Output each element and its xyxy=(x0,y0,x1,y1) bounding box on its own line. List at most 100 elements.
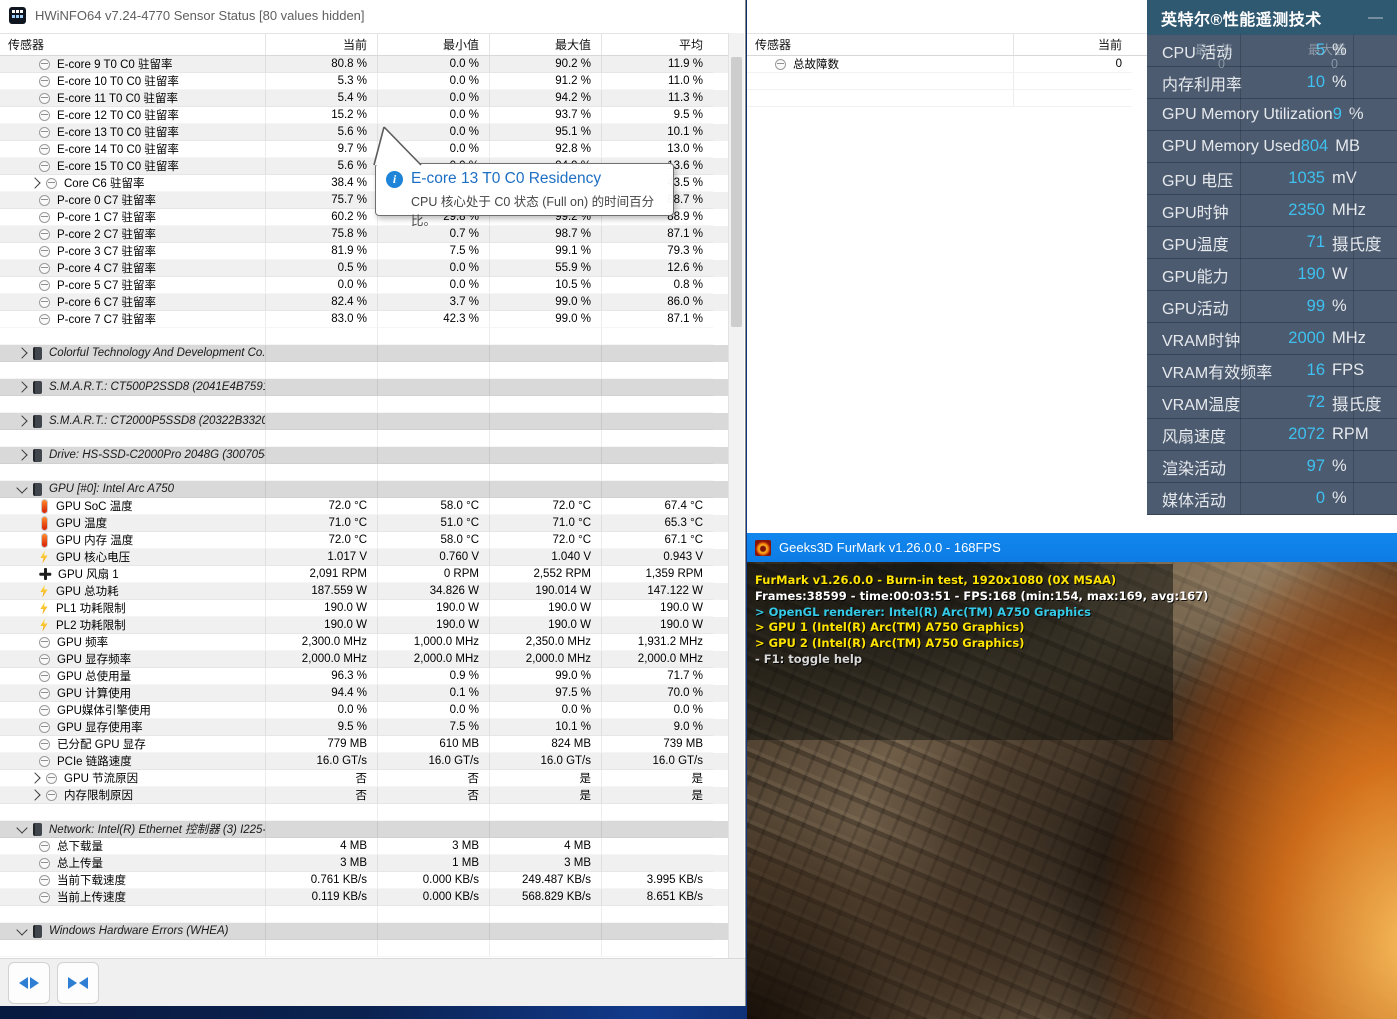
telemetry-row: GPU 电压1035mV xyxy=(1147,163,1397,195)
average-value: 13.0 % xyxy=(601,141,713,158)
chevron-down-icon[interactable] xyxy=(16,822,27,833)
sensor-row[interactable]: GPU SoC 温度72.0 °C58.0 °C72.0 °C67.4 °C xyxy=(0,498,730,515)
expand-columns-button[interactable] xyxy=(8,962,50,1004)
sensor-row[interactable]: GPU 节流原因否否是是 xyxy=(0,770,730,787)
sensor-row[interactable]: GPU媒体引擎使用0.0 %0.0 %0.0 %0.0 % xyxy=(0,702,730,719)
column-header-current[interactable]: 当前 xyxy=(1013,34,1132,55)
sensor-row[interactable]: 总下载量4 MB3 MB4 MB xyxy=(0,838,730,855)
sensor-section-row[interactable]: S.M.A.R.T.: CT500P2SSD8 (2041E4B75915) xyxy=(0,379,730,396)
minimum-value xyxy=(377,379,489,396)
sensor-label: Drive: HS-SSD-C2000Pro 2048G (30070540..… xyxy=(49,449,265,461)
sensor-row[interactable]: 当前下载速度0.761 KB/s0.000 KB/s249.487 KB/s3.… xyxy=(0,872,730,889)
current-value: 0.761 KB/s xyxy=(265,872,377,889)
minimum-value: 0.760 V xyxy=(377,549,489,566)
sensor-row[interactable]: GPU 核心电压1.017 V0.760 V1.040 V0.943 V xyxy=(0,549,730,566)
error-sensor-row[interactable]: 总故障数0 xyxy=(747,56,1132,73)
scrollbar-thumb[interactable] xyxy=(731,57,742,327)
column-header-maximum[interactable]: 最大值 xyxy=(489,34,601,55)
column-header-minimum[interactable]: 最小值 xyxy=(377,34,489,55)
sensor-row[interactable]: P-core 3 C7 驻留率81.9 %7.5 %99.1 %79.3 % xyxy=(0,243,730,260)
chip-icon xyxy=(33,415,42,428)
average-value xyxy=(601,362,713,379)
blank-row xyxy=(0,906,730,923)
sensor-section-row[interactable]: Drive: HS-SSD-C2000Pro 2048G (30070540..… xyxy=(0,447,730,464)
sensor-row[interactable]: GPU 风扇 12,091 RPM0 RPM2,552 RPM1,359 RPM xyxy=(0,566,730,583)
chevron-down-icon[interactable] xyxy=(16,482,27,493)
average-value: 1,359 RPM xyxy=(601,566,713,583)
maximum-value xyxy=(489,447,601,464)
telemetry-row: GPU Memory Used804MB xyxy=(1147,131,1397,163)
sensor-section-row[interactable]: Colorful Technology And Development Co.,… xyxy=(0,345,730,362)
chevron-right-icon[interactable] xyxy=(29,789,40,800)
gauge-icon xyxy=(775,59,786,70)
intel-panel-header[interactable]: 英特尔®性能遥测技术 — xyxy=(1147,0,1397,35)
minimize-icon[interactable]: — xyxy=(1368,13,1383,23)
sensor-label: PL1 功耗限制 xyxy=(56,600,126,616)
sensor-row[interactable]: 已分配 GPU 显存779 MB610 MB824 MB739 MB xyxy=(0,736,730,753)
chevron-right-icon[interactable] xyxy=(16,381,27,392)
thermo-icon xyxy=(42,517,47,530)
sensor-row[interactable]: GPU 显存使用率9.5 %7.5 %10.1 %9.0 % xyxy=(0,719,730,736)
column-header-average[interactable]: 平均 xyxy=(601,34,713,55)
sensor-row[interactable]: PCIe 链路速度16.0 GT/s16.0 GT/s16.0 GT/s16.0… xyxy=(0,753,730,770)
sensor-row[interactable]: 总上传量3 MB1 MB3 MB xyxy=(0,855,730,872)
chevron-right-icon[interactable] xyxy=(29,772,40,783)
collapse-columns-button[interactable] xyxy=(57,962,99,1004)
sensor-row[interactable]: GPU 总使用量96.3 %0.9 %99.0 %71.7 % xyxy=(0,668,730,685)
current-value xyxy=(265,413,377,430)
sensor-row[interactable]: E-core 13 T0 C0 驻留率5.6 %0.0 %95.1 %10.1 … xyxy=(0,124,730,141)
average-value: 3.995 KB/s xyxy=(601,872,713,889)
sensor-row[interactable]: P-core 6 C7 驻留率82.4 %3.7 %99.0 %86.0 % xyxy=(0,294,730,311)
sensor-row[interactable]: GPU 显存频率2,000.0 MHz2,000.0 MHz2,000.0 MH… xyxy=(0,651,730,668)
vertical-scrollbar[interactable] xyxy=(728,33,744,958)
sensor-row[interactable]: GPU 计算使用94.4 %0.1 %97.5 %70.0 % xyxy=(0,685,730,702)
sensor-row[interactable]: 当前上传速度0.119 KB/s0.000 KB/s568.829 KB/s8.… xyxy=(0,889,730,906)
sensor-row[interactable]: E-core 12 T0 C0 驻留率15.2 %0.0 %93.7 %9.5 … xyxy=(0,107,730,124)
sensor-section-row[interactable]: S.M.A.R.T.: CT2000P5SSD8 (20322B332045) xyxy=(0,413,730,430)
sensor-row[interactable]: E-core 9 T0 C0 驻留率80.8 %0.0 %90.2 %11.9 … xyxy=(0,56,730,73)
column-header-sensor[interactable]: 传感器 xyxy=(747,34,1013,55)
sensor-section-row[interactable]: Windows Hardware Errors (WHEA) xyxy=(0,923,730,940)
sensor-row[interactable]: E-core 14 T0 C0 驻留率9.7 %0.0 %92.8 %13.0 … xyxy=(0,141,730,158)
sensor-label: 总上传量 xyxy=(57,855,103,871)
telemetry-label: 风扇速度 xyxy=(1162,423,1288,447)
sensor-row[interactable]: GPU 频率2,300.0 MHz1,000.0 MHz2,350.0 MHz1… xyxy=(0,634,730,651)
average-value: 0.0 % xyxy=(601,702,713,719)
chevron-down-icon[interactable] xyxy=(16,924,27,935)
sensor-row[interactable]: GPU 总功耗187.559 W34.826 W190.014 W147.122… xyxy=(0,583,730,600)
chevron-right-icon[interactable] xyxy=(16,347,27,358)
furmark-window-title: Geeks3D FurMark v1.26.0.0 - 168FPS xyxy=(779,540,1001,555)
chevron-right-icon[interactable] xyxy=(16,415,27,426)
column-header-current[interactable]: 当前 xyxy=(265,34,377,55)
current-value: 71.0 °C xyxy=(265,515,377,532)
column-header-sensor[interactable]: 传感器 xyxy=(0,34,265,55)
sensor-row[interactable]: P-core 5 C7 驻留率0.0 %0.0 %10.5 %0.8 % xyxy=(0,277,730,294)
sensor-row[interactable]: 内存限制原因否否是是 xyxy=(0,787,730,804)
maximum-value: 72.0 °C xyxy=(489,532,601,549)
maximum-value: 2,350.0 MHz xyxy=(489,634,601,651)
hwinfo-titlebar[interactable]: HWiNFO64 v7.24-4770 Sensor Status [80 va… xyxy=(0,0,745,31)
sensor-row[interactable]: P-core 7 C7 驻留率83.0 %42.3 %99.0 %87.1 % xyxy=(0,311,730,328)
current-value: 15.2 % xyxy=(265,107,377,124)
furmark-titlebar[interactable]: Geeks3D FurMark v1.26.0.0 - 168FPS xyxy=(747,533,1397,562)
current-value: 4 MB xyxy=(265,838,377,855)
sensor-section-row[interactable]: Network: Intel(R) Ethernet 控制器 (3) I225-… xyxy=(0,821,730,838)
chip-icon xyxy=(33,823,42,836)
sensor-row[interactable]: P-core 4 C7 驻留率0.5 %0.0 %55.9 %12.6 % xyxy=(0,260,730,277)
minimum-value: 0.0 % xyxy=(377,73,489,90)
minimum-value xyxy=(377,328,489,345)
maximum-value: 71.0 °C xyxy=(489,515,601,532)
sensor-row[interactable]: GPU 温度71.0 °C51.0 °C71.0 °C65.3 °C xyxy=(0,515,730,532)
chevron-right-icon[interactable] xyxy=(16,449,27,460)
gauge-icon xyxy=(39,76,50,87)
minimum-value: 7.5 % xyxy=(377,719,489,736)
sensor-row[interactable]: PL2 功耗限制190.0 W190.0 W190.0 W190.0 W xyxy=(0,617,730,634)
chevron-right-icon[interactable] xyxy=(29,177,40,188)
average-value: 16.0 GT/s xyxy=(601,753,713,770)
sensor-row[interactable]: E-core 11 T0 C0 驻留率5.4 %0.0 %94.2 %11.3 … xyxy=(0,90,730,107)
bottom-toolbar xyxy=(0,958,745,1006)
sensor-row[interactable]: PL1 功耗限制190.0 W190.0 W190.0 W190.0 W xyxy=(0,600,730,617)
sensor-row[interactable]: E-core 10 T0 C0 驻留率5.3 %0.0 %91.2 %11.0 … xyxy=(0,73,730,90)
sensor-section-row[interactable]: GPU [#0]: Intel Arc A750 xyxy=(0,481,730,498)
sensor-row[interactable]: GPU 内存 温度72.0 °C58.0 °C72.0 °C67.1 °C xyxy=(0,532,730,549)
